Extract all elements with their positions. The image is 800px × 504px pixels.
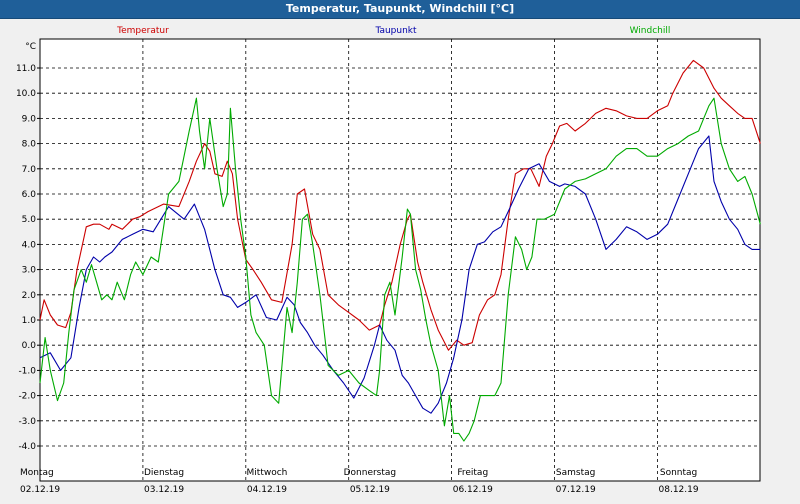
y-tick-label: 10.0 (16, 89, 36, 99)
x-tick-date-label: 02.12.19 (20, 485, 60, 495)
x-tick-day-label: Montag (20, 468, 54, 478)
y-tick-label: 9.0 (22, 114, 37, 124)
window-title: Temperatur, Taupunkt, Windchill [°C] (0, 0, 800, 19)
x-tick-date-label: 08.12.19 (659, 485, 699, 495)
chart-area: Temperatur Taupunkt Windchill °C 11.0 10.0 9… (0, 19, 800, 500)
y-axis: °C 11.0 10.0 9.0 8.0 7.0 6.0 5.0 4.0 3.0 2.0 1.0 0.… (16, 42, 40, 452)
y-tick-label: 1.0 (22, 316, 37, 326)
y-tick-label: 11.0 (16, 64, 36, 74)
plot-background (39, 38, 761, 482)
x-tick-day-label: Freitag (457, 468, 488, 478)
x-tick-day-label: Donnerstag (344, 468, 397, 478)
legend-label-taupunkt: Taupunkt (374, 26, 417, 36)
y-tick-label: 6.0 (22, 190, 37, 200)
legend-label-temperatur: Temperatur (116, 26, 169, 36)
x-tick-date-label: 04.12.19 (247, 485, 287, 495)
x-tick-day-label: Samstag (556, 468, 595, 478)
y-tick-label: -2.0 (18, 392, 36, 402)
legend: Temperatur Taupunkt Windchill (116, 26, 670, 36)
x-tick-day-label: Sonntag (660, 468, 697, 478)
x-tick-day-label: Mittwoch (247, 468, 288, 478)
legend-label-windchill: Windchill (630, 26, 671, 36)
y-tick-label: 0.0 (22, 341, 37, 351)
y-tick-label: 7.0 (22, 165, 37, 175)
line-chart: Temperatur Taupunkt Windchill °C 11.0 10.0 9… (16, 26, 761, 495)
y-tick-label: 5.0 (22, 215, 37, 225)
y-tick-label: -1.0 (18, 366, 36, 376)
y-tick-label: 8.0 (22, 140, 37, 150)
y-tick-label: -3.0 (18, 417, 36, 427)
y-tick-label: 4.0 (22, 240, 37, 250)
x-tick-date-label: 05.12.19 (350, 485, 390, 495)
y-tick-label: -4.0 (18, 442, 36, 452)
y-axis-unit: °C (25, 42, 36, 52)
x-tick-date-label: 03.12.19 (144, 485, 184, 495)
y-tick-label: 3.0 (22, 266, 37, 276)
x-tick-date-label: 07.12.19 (556, 485, 596, 495)
x-tick-date-label: 06.12.19 (453, 485, 493, 495)
y-tick-label: 2.0 (22, 291, 37, 301)
x-tick-day-label: Dienstag (144, 468, 184, 478)
